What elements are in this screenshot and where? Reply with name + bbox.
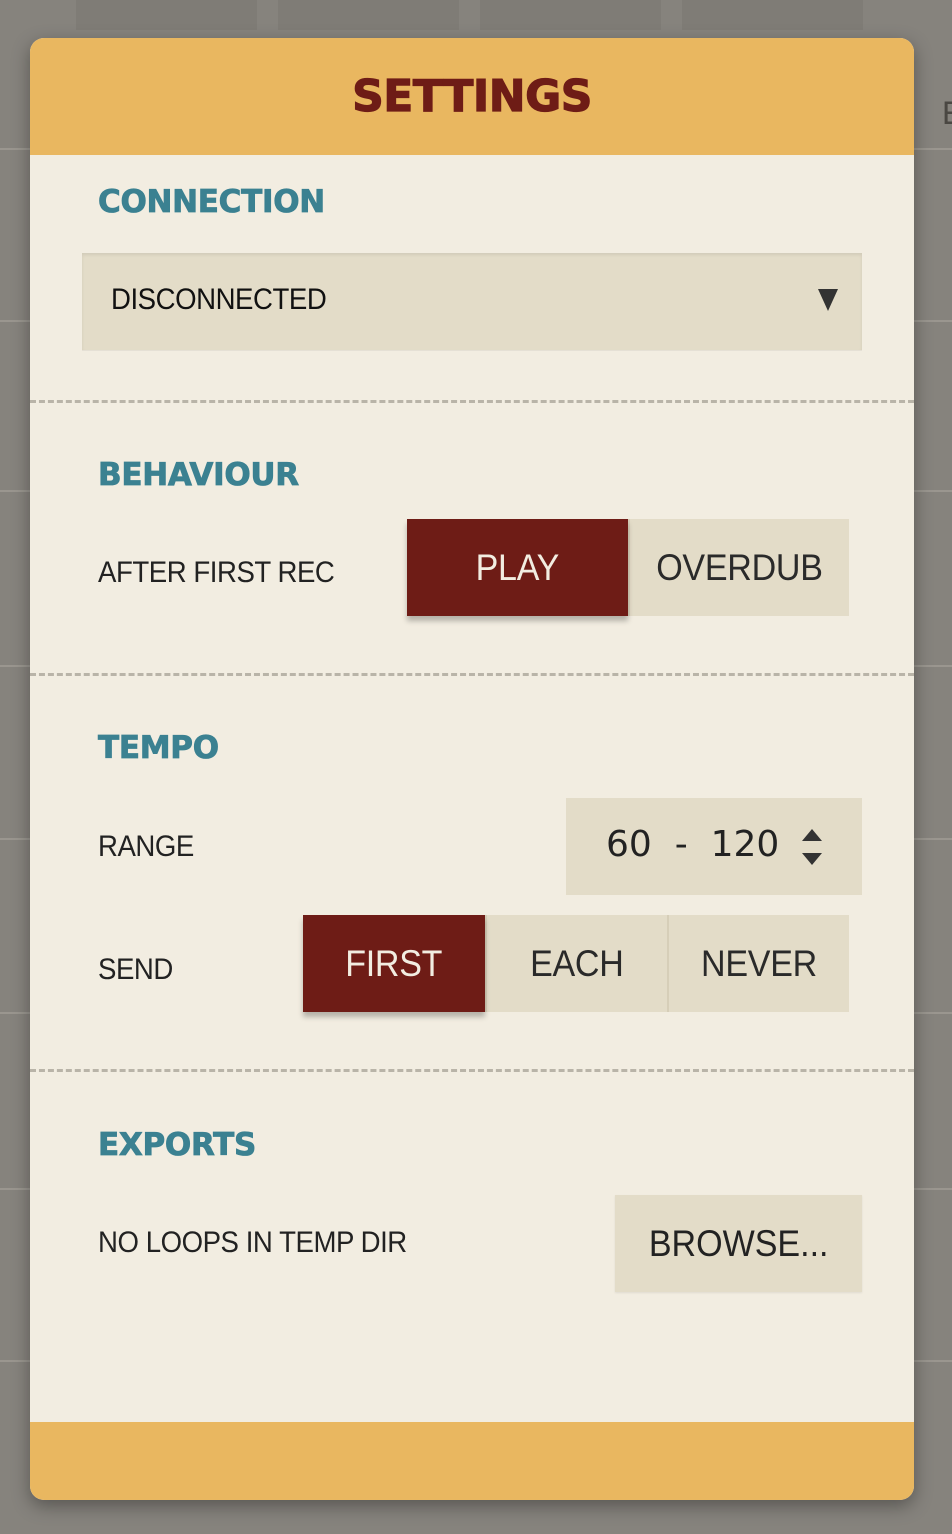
browse-button[interactable]: BROWSE... (615, 1195, 862, 1292)
after-first-rec-toggle: PLAY OVERDUB (407, 519, 849, 616)
background-tile (278, 0, 459, 30)
after-first-rec-label: AFTER FIRST REC (98, 556, 335, 589)
section-divider (30, 673, 914, 676)
send-each-button[interactable]: EACH (485, 915, 667, 1012)
dialog-title: SETTINGS (351, 70, 592, 122)
tempo-range-stepper[interactable]: 60 - 120 (566, 798, 862, 895)
connection-select-value: DISCONNECTED (111, 283, 327, 316)
option-overdub-label: OVERDUB (656, 546, 823, 588)
spin-up-icon[interactable] (802, 829, 822, 841)
chevron-down-icon (818, 289, 838, 311)
range-label: RANGE (98, 830, 194, 863)
connection-select[interactable]: DISCONNECTED (82, 253, 862, 350)
background-tile (682, 0, 863, 30)
connection-section-title: CONNECTION (98, 184, 326, 221)
send-label: SEND (98, 953, 173, 986)
send-first-label: FIRST (345, 942, 443, 984)
send-never-label: NEVER (701, 942, 817, 984)
background-edge-text: E (942, 95, 952, 132)
spin-down-icon[interactable] (802, 853, 822, 865)
section-divider (30, 400, 914, 403)
option-play-label: PLAY (475, 546, 560, 588)
exports-status-label: NO LOOPS IN TEMP DIR (98, 1226, 407, 1259)
tempo-range-value: 60 - 120 (606, 824, 780, 865)
exports-section-title: EXPORTS (98, 1127, 257, 1164)
section-divider (30, 1069, 914, 1072)
background-tile (480, 0, 661, 30)
send-never-button[interactable]: NEVER (667, 915, 849, 1012)
dialog-footer (30, 1422, 914, 1500)
tempo-section-title: TEMPO (98, 730, 220, 767)
option-play-button[interactable]: PLAY (407, 519, 628, 616)
settings-dialog: SETTINGS CONNECTION DISCONNECTED BEHAVIO… (30, 38, 914, 1500)
tempo-send-toggle: FIRST EACH NEVER (303, 915, 849, 1012)
send-each-label: EACH (530, 942, 624, 984)
behaviour-section-title: BEHAVIOUR (98, 457, 300, 494)
dialog-header: SETTINGS (30, 38, 914, 155)
option-overdub-button[interactable]: OVERDUB (628, 519, 849, 616)
browse-button-label: BROWSE... (648, 1222, 829, 1264)
send-first-button[interactable]: FIRST (303, 915, 485, 1012)
background-tile (76, 0, 257, 30)
